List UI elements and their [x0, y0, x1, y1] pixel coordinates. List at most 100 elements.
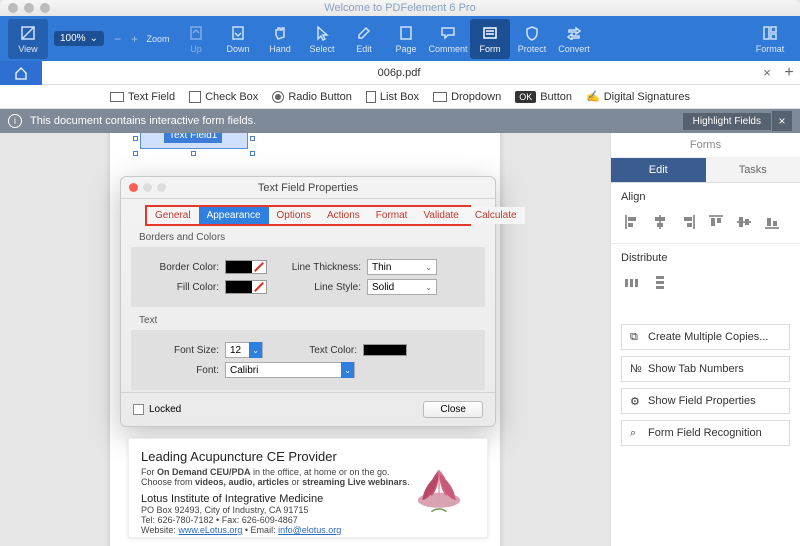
dialog-close-dot[interactable] — [129, 183, 138, 192]
line-thickness-select[interactable]: Thin⌄ — [367, 259, 437, 275]
info-bar: i This document contains interactive for… — [0, 109, 800, 133]
traffic-lights — [8, 3, 50, 13]
align-center-h-icon[interactable] — [649, 211, 671, 233]
check-box-tool[interactable]: Check Box — [189, 91, 258, 103]
ribbon-toolbar: View 100%⌄ − + Zoom Up Down Hand Select … — [0, 16, 800, 61]
zoom-out-button[interactable]: − — [110, 32, 125, 46]
document-filename[interactable]: 006p.pdf — [42, 67, 756, 79]
hand-tool[interactable]: Hand — [260, 19, 300, 59]
lotus-image — [401, 447, 477, 523]
dialog-titlebar[interactable]: Text Field Properties — [121, 177, 495, 199]
properties-icon: ⚙ — [630, 395, 642, 407]
up-tool[interactable]: Up — [176, 19, 216, 59]
form-field-recognition[interactable]: ⌕Form Field Recognition — [621, 420, 790, 446]
show-field-properties[interactable]: ⚙Show Field Properties — [621, 388, 790, 414]
close-tab-button[interactable]: × — [756, 65, 778, 80]
align-section-label: Align — [611, 183, 800, 207]
zoom-tool[interactable]: Zoom — [142, 19, 174, 59]
zoom-in-button[interactable]: + — [127, 32, 142, 46]
locked-checkbox[interactable] — [133, 404, 144, 415]
dialog-title: Text Field Properties — [258, 182, 358, 194]
line-style-label: Line Style: — [283, 282, 361, 293]
button-tool[interactable]: OKButton — [515, 91, 572, 103]
dropdown-tool[interactable]: Dropdown — [433, 91, 501, 103]
tab-edit[interactable]: Edit — [611, 158, 706, 183]
tab-general[interactable]: General — [147, 207, 199, 224]
close-dot[interactable] — [8, 3, 18, 13]
format-tool[interactable]: Format — [750, 19, 790, 59]
dialog-max-dot[interactable] — [157, 183, 166, 192]
radio-icon — [272, 91, 284, 103]
page-down-icon — [229, 24, 247, 42]
align-center-v-icon[interactable] — [733, 211, 755, 233]
content-web: Website: www.eLotus.org • Email: info@el… — [141, 525, 475, 535]
view-icon — [19, 24, 37, 42]
page-tool[interactable]: Page — [386, 19, 426, 59]
form-tool[interactable]: Form — [470, 19, 510, 59]
edit-tool[interactable]: Edit — [344, 19, 384, 59]
dialog-tabs-highlight: General Appearance Options Actions Forma… — [145, 205, 471, 226]
radio-button-tool[interactable]: Radio Button — [272, 91, 352, 103]
comment-tool[interactable]: Comment — [428, 19, 468, 59]
font-size-select[interactable]: 12⌄ — [225, 342, 263, 358]
tab-options[interactable]: Options — [269, 207, 319, 224]
protect-tool[interactable]: Protect — [512, 19, 552, 59]
fill-color-label: Fill Color: — [141, 282, 219, 293]
highlight-fields-button[interactable]: Highlight Fields — [683, 113, 771, 130]
zoom-label: Zoom — [146, 34, 169, 44]
infobar-close-button[interactable]: × — [772, 111, 792, 131]
dialog-min-dot[interactable] — [143, 183, 152, 192]
chevron-down-icon: ⌄ — [425, 263, 432, 272]
info-message: This document contains interactive form … — [30, 115, 256, 127]
tab-format[interactable]: Format — [368, 207, 416, 224]
close-button[interactable]: Close — [423, 401, 483, 418]
tab-tasks[interactable]: Tasks — [706, 158, 800, 183]
zoom-dropdown[interactable]: 100%⌄ — [54, 31, 104, 46]
website-link[interactable]: www.eLotus.org — [178, 525, 242, 535]
chevron-down-icon: ⌄ — [341, 362, 354, 378]
align-right-icon[interactable] — [677, 211, 699, 233]
tab-validate[interactable]: Validate — [415, 207, 466, 224]
fill-color-picker[interactable] — [225, 280, 267, 294]
digital-signatures-tool[interactable]: ✍Digital Signatures — [586, 90, 690, 103]
line-style-select[interactable]: Solid⌄ — [367, 279, 437, 295]
comment-icon — [439, 24, 457, 42]
down-tool[interactable]: Down — [218, 19, 258, 59]
hand-icon — [271, 24, 289, 42]
font-select[interactable]: Calibri⌄ — [225, 362, 355, 378]
maximize-dot[interactable] — [40, 3, 50, 13]
distribute-v-icon[interactable] — [649, 272, 671, 294]
list-box-tool[interactable]: List Box — [366, 91, 419, 103]
align-left-icon[interactable] — [621, 211, 643, 233]
minimize-dot[interactable] — [24, 3, 34, 13]
create-multiple-copies[interactable]: ⧉Create Multiple Copies... — [621, 324, 790, 350]
convert-tool[interactable]: Convert — [554, 19, 594, 59]
dropdown-icon — [433, 92, 447, 102]
field-label[interactable]: Text Field1 — [164, 133, 222, 143]
listbox-icon — [366, 91, 376, 103]
select-tool[interactable]: Select — [302, 19, 342, 59]
button-icon: OK — [515, 91, 536, 103]
checkbox-icon — [189, 91, 201, 103]
text-color-picker[interactable] — [363, 344, 407, 356]
font-size-label: Font Size: — [141, 345, 219, 356]
new-tab-button[interactable]: + — [778, 64, 800, 82]
align-top-icon[interactable] — [705, 211, 727, 233]
tab-calculate[interactable]: Calculate — [467, 207, 525, 224]
align-bottom-icon[interactable] — [761, 211, 783, 233]
email-link[interactable]: info@elotus.org — [278, 525, 341, 535]
distribute-h-icon[interactable] — [621, 272, 643, 294]
home-button[interactable] — [0, 61, 42, 85]
text-field-icon — [110, 92, 124, 102]
view-label: View — [18, 44, 37, 54]
border-color-label: Border Color: — [141, 262, 219, 273]
show-tab-numbers[interactable]: №Show Tab Numbers — [621, 356, 790, 382]
locked-label: Locked — [149, 404, 181, 415]
border-color-picker[interactable] — [225, 260, 267, 274]
distribute-icons — [611, 268, 800, 304]
tab-actions[interactable]: Actions — [319, 207, 368, 224]
font-label: Font: — [141, 365, 219, 376]
tab-appearance[interactable]: Appearance — [199, 207, 269, 224]
text-field-tool[interactable]: Text Field — [110, 91, 175, 103]
view-tool[interactable]: View — [8, 19, 48, 59]
